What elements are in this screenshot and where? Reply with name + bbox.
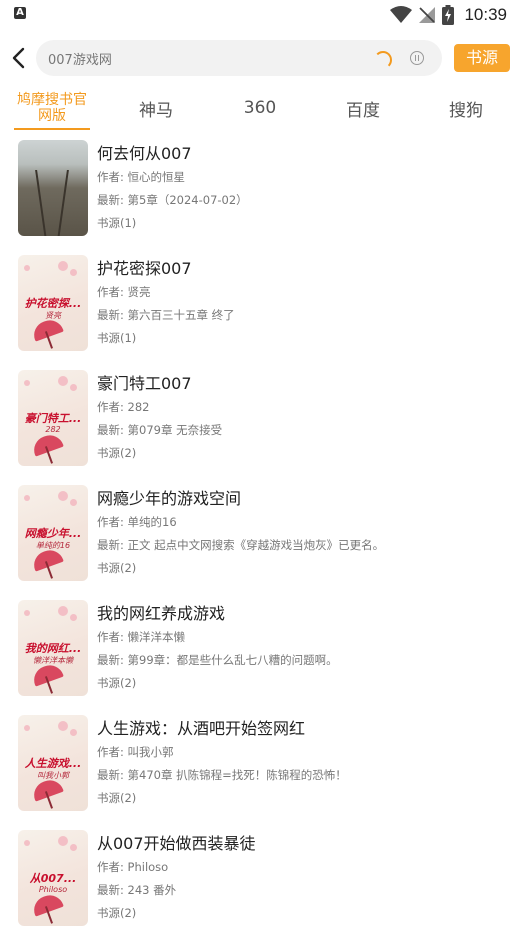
tab-baidu[interactable]: 百度 [327, 88, 399, 128]
active-tab-indicator [14, 128, 90, 130]
tab-jiumo[interactable]: 鸠摩搜书官 网版 [10, 88, 94, 128]
book-cover-image: 从007... Philoso [18, 830, 88, 926]
list-item[interactable]: 豪门特工... 282 豪门特工007 作者: 282 最新: 第079章 无奈… [0, 368, 519, 480]
book-cover-image: 我的网红... 懒洋洋本懒 [18, 600, 88, 696]
book-latest-chapter: 最新: 第六百三十五章 终了 [97, 308, 235, 322]
list-item[interactable]: 人生游戏... 叫我小郭 人生游戏：从酒吧开始签网红 作者: 叫我小郭 最新: … [0, 713, 519, 825]
book-title: 豪门特工007 [97, 374, 192, 393]
list-item[interactable]: 护花密探... 贤亮 护花密探007 作者: 贤亮 最新: 第六百三十五章 终了… [0, 253, 519, 365]
search-engine-tabs: 鸠摩搜书官 网版 神马 360 百度 搜狗 [0, 88, 519, 132]
notification-a-icon: A [14, 7, 26, 19]
book-title: 人生游戏：从酒吧开始签网红 [97, 719, 306, 738]
book-source-count: 书源(1) [97, 216, 137, 230]
book-author: 作者: Philoso [97, 860, 169, 874]
book-title: 何去何从007 [97, 144, 192, 163]
cover-author-text: 贤亮 [45, 311, 61, 320]
pause-icon[interactable] [410, 51, 424, 65]
book-title: 网瘾少年的游戏空间 [97, 489, 242, 508]
list-item[interactable]: 何去何从007 作者: 恒心的恒星 最新: 第5章（2024-07-02） 书源… [0, 138, 519, 250]
cover-title-text: 从007... [29, 872, 77, 885]
cover-title-text: 网瘾少年... [24, 527, 82, 540]
book-title: 护花密探007 [97, 259, 192, 278]
book-source-count: 书源(2) [97, 906, 137, 920]
cover-author-text: 单纯的16 [35, 541, 71, 550]
tab-jiumo-label-line1: 鸠摩搜书官 [17, 92, 87, 108]
book-source-button[interactable]: 书源 [454, 44, 510, 72]
book-latest-chapter: 最新: 第5章（2024-07-02） [97, 193, 248, 207]
loading-spinner-icon [374, 51, 392, 69]
book-cover-image: 人生游戏... 叫我小郭 [18, 715, 88, 811]
book-latest-chapter: 最新: 第079章 无奈接受 [97, 423, 223, 437]
search-input[interactable]: 007游戏网 [36, 40, 442, 76]
book-author: 作者: 懒洋洋本懒 [97, 630, 186, 644]
book-author: 作者: 叫我小郭 [97, 745, 174, 759]
list-item[interactable]: 网瘾少年... 单纯的16 网瘾少年的游戏空间 作者: 单纯的16 最新: 正文… [0, 483, 519, 595]
book-title: 从007开始做西装暴徒 [97, 834, 256, 853]
cover-title-text: 我的网红... [24, 642, 82, 655]
book-source-count: 书源(1) [97, 331, 137, 345]
book-source-count: 书源(2) [97, 676, 137, 690]
book-author: 作者: 282 [97, 400, 150, 414]
back-arrow-icon[interactable] [8, 46, 30, 70]
book-author: 作者: 贤亮 [97, 285, 151, 299]
cover-title-text: 护花密探... [24, 297, 82, 310]
tab-360[interactable]: 360 [224, 88, 296, 128]
wifi-icon [390, 6, 413, 23]
book-cover-image: 豪门特工... 282 [18, 370, 88, 466]
cover-author-text: 懒洋洋本懒 [33, 656, 73, 665]
list-item[interactable]: 我的网红... 懒洋洋本懒 我的网红养成游戏 作者: 懒洋洋本懒 最新: 第99… [0, 598, 519, 710]
no-signal-icon [419, 7, 436, 23]
book-cover-image [18, 140, 88, 236]
book-title: 我的网红养成游戏 [97, 604, 226, 623]
book-source-count: 书源(2) [97, 791, 137, 805]
list-item[interactable]: 从007... Philoso 从007开始做西装暴徒 作者: Philoso … [0, 828, 519, 940]
book-latest-chapter: 最新: 243 番外 [97, 883, 177, 897]
search-bar-row: 007游戏网 书源 [0, 38, 519, 78]
tab-shenma[interactable]: 神马 [120, 88, 192, 128]
book-source-count: 书源(2) [97, 561, 137, 575]
tab-sogou[interactable]: 搜狗 [430, 88, 502, 128]
clock: 10:39 [464, 5, 507, 24]
status-bar: A 10:39 [0, 0, 519, 30]
search-query-text: 007游戏网 [48, 53, 112, 68]
cover-title-text: 人生游戏... [24, 757, 82, 770]
cover-author-text: Philoso [38, 885, 68, 894]
tab-jiumo-label-line2: 网版 [38, 108, 66, 124]
cover-title-text: 豪门特工... [24, 412, 82, 425]
book-cover-image: 护花密探... 贤亮 [18, 255, 88, 351]
cover-author-text: 282 [45, 425, 61, 434]
book-author: 作者: 单纯的16 [97, 515, 177, 529]
book-latest-chapter: 最新: 正文 起点中文网搜索《穿越游戏当炮灰》已更名。 [97, 538, 385, 552]
book-latest-chapter: 最新: 第99章：都是些什么乱七八糟的问题啊。 [97, 653, 338, 667]
book-latest-chapter: 最新: 第470章 扒陈锦程=找死！陈锦程的恐怖！ [97, 768, 347, 782]
book-source-count: 书源(2) [97, 446, 137, 460]
book-cover-image: 网瘾少年... 单纯的16 [18, 485, 88, 581]
cover-author-text: 叫我小郭 [37, 771, 69, 780]
book-author: 作者: 恒心的恒星 [97, 170, 186, 184]
battery-charging-icon [442, 5, 455, 25]
